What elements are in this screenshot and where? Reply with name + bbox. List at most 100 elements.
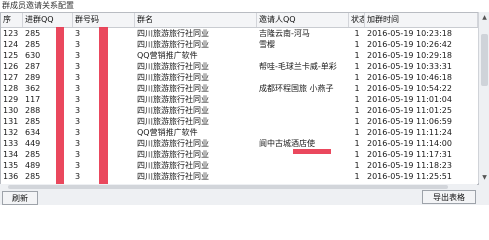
- cell-inviter: [257, 116, 349, 127]
- cell-index: 125: [3, 51, 19, 60]
- cell-joined-qq: 630: [25, 51, 41, 60]
- column-header-join-time[interactable]: 加群时间: [365, 13, 478, 27]
- cell-status: 1: [354, 73, 360, 82]
- cell-join-time: 2016-05-19 11:01:25: [367, 106, 452, 115]
- cell-group-name: 四川旅游旅行社同业: [137, 139, 209, 148]
- table-row[interactable]: 127 289 3 四川旅游旅行社同业 1 2016-05-19 10:46:18: [1, 72, 478, 83]
- vertical-scroll-thumb[interactable]: [481, 34, 488, 86]
- cell-status: 1: [354, 29, 360, 38]
- cell-join-time: 2016-05-19 11:11:24: [367, 128, 452, 137]
- cell-inviter: [257, 160, 349, 171]
- cell-index: 123: [3, 29, 19, 38]
- export-table-button[interactable]: 导出表格: [422, 190, 476, 204]
- cell-status: 1: [354, 172, 360, 181]
- cell-join-time: 2016-05-19 11:01:04: [367, 95, 452, 104]
- column-header-inviter-qq[interactable]: 邀请人QQ: [257, 13, 349, 27]
- cell-joined-qq: 285: [25, 117, 41, 126]
- cell-inviter: 阆中古城酒店使: [259, 139, 315, 148]
- window-title: 群成员邀请关系配置: [2, 1, 74, 10]
- column-header-joined-qq[interactable]: 进群QQ: [23, 13, 73, 27]
- table-row[interactable]: 128 362 3 四川旅游旅行社同业 成都环程国旅 小燕子 1 2016-05-19 10…: [1, 83, 478, 94]
- scroll-down-icon[interactable]: ▼: [480, 173, 489, 182]
- cell-joined-qq: 634: [25, 128, 41, 137]
- column-header-group-name[interactable]: 群名: [135, 13, 257, 27]
- cell-index: 134: [3, 150, 19, 159]
- cell-index: 127: [3, 73, 19, 82]
- cell-status: 1: [354, 62, 360, 71]
- refresh-button[interactable]: 刷新: [2, 191, 38, 205]
- cell-status: 1: [354, 139, 360, 148]
- table-row[interactable]: 132 634 3 QQ营销推广软件 1 2016-05-19 11:11:24: [1, 127, 478, 138]
- cell-inviter: 帮哇-毛球兰卡威-单彩: [259, 62, 337, 71]
- table-row[interactable]: 130 288 3 四川旅游旅行社同业 1 2016-05-19 11:01:25: [1, 105, 478, 116]
- horizontal-scroll-thumb[interactable]: [8, 185, 448, 189]
- table-row[interactable]: 133 449 3 四川旅游旅行社同业 阆中古城酒店使 1 2016-05-19 11:14…: [1, 138, 478, 149]
- cell-join-time: 2016-05-19 10:29:18: [367, 51, 452, 60]
- cell-join-time: 2016-05-19 11:18:23: [367, 161, 452, 170]
- column-header-index[interactable]: 序: [1, 13, 23, 27]
- cell-index: 131: [3, 117, 19, 126]
- cell-status: 1: [354, 128, 360, 137]
- cell-join-time: 2016-05-19 11:14:00: [367, 139, 452, 148]
- cell-joined-qq: 285: [25, 172, 41, 181]
- cell-inviter: [257, 127, 349, 138]
- cell-join-time: 2016-05-19 10:33:31: [367, 62, 452, 71]
- cell-inviter: 吉隆云南-河马: [259, 29, 310, 38]
- cell-join-time: 2016-05-19 10:23:18: [367, 29, 452, 38]
- table-row[interactable]: 131 285 3 四川旅游旅行社同业 1 2016-05-19 11:06:59: [1, 116, 478, 127]
- cell-group-name: 四川旅游旅行社同业: [137, 150, 209, 159]
- cell-index: 130: [3, 106, 19, 115]
- redaction-mark-qq: [56, 27, 64, 184]
- cell-joined-qq: 117: [25, 95, 41, 104]
- cell-inviter: [257, 105, 349, 116]
- cell-group-name: 四川旅游旅行社同业: [137, 29, 209, 38]
- horizontal-scrollbar[interactable]: [0, 184, 477, 190]
- cell-status: 1: [354, 161, 360, 170]
- cell-joined-qq: 285: [25, 40, 41, 49]
- cell-group-name: QQ营销推广软件: [137, 51, 198, 60]
- cell-inviter: [257, 50, 349, 61]
- cell-group-name: 四川旅游旅行社同业: [137, 40, 209, 49]
- cell-index: 136: [3, 172, 19, 181]
- table-row[interactable]: 126 287 3 四川旅游旅行社同业 帮哇-毛球兰卡威-单彩 1 2016-05-19 1…: [1, 61, 478, 72]
- cell-inviter: 雪樱: [259, 40, 275, 49]
- cell-joined-qq: 287: [25, 62, 41, 71]
- cell-status: 1: [354, 51, 360, 60]
- cell-group-name: 四川旅游旅行社同业: [137, 117, 209, 126]
- cell-status: 1: [354, 106, 360, 115]
- cell-join-time: 2016-05-19 10:26:42: [367, 40, 452, 49]
- cell-status: 1: [354, 150, 360, 159]
- cell-index: 135: [3, 161, 19, 170]
- cell-joined-qq: 289: [25, 73, 41, 82]
- column-header-group-number[interactable]: 群号码: [73, 13, 135, 27]
- table-row[interactable]: 123 285 3 四川旅游旅行社同业 吉隆云南-河马 1 2016-05-19 10:23…: [1, 28, 478, 39]
- table-row[interactable]: 136 285 3 四川旅游旅行社同业 1 2016-05-19 11:25:51: [1, 171, 478, 182]
- table-row[interactable]: 134 285 3 四川旅游旅行社同业 1 2016-05-19 11:17:31: [1, 149, 478, 160]
- table-row[interactable]: 124 285 3 四川旅游旅行社同业 雪樱 1 2016-05-19 10:26:42: [1, 39, 478, 50]
- scroll-up-icon[interactable]: ▲: [480, 13, 489, 22]
- cell-group-name: 四川旅游旅行社同业: [137, 172, 209, 181]
- cell-inviter: [257, 72, 349, 83]
- vertical-scrollbar[interactable]: ▲ ▼: [478, 12, 489, 183]
- table-header: 序 进群QQ 群号码 群名 邀请人QQ 状态 加群时间: [1, 13, 478, 28]
- cell-group-name: 四川旅游旅行社同业: [137, 62, 209, 71]
- cell-joined-qq: 285: [25, 150, 41, 159]
- cell-group-name: 四川旅游旅行社同业: [137, 95, 209, 104]
- cell-join-time: 2016-05-19 11:25:51: [367, 172, 452, 181]
- cell-status: 1: [354, 117, 360, 126]
- table-row[interactable]: 129 117 3 四川旅游旅行社同业 1 2016-05-19 11:01:04: [1, 94, 478, 105]
- table-row[interactable]: 135 489 3 四川旅游旅行社同业 1 2016-05-19 11:18:23: [1, 160, 478, 171]
- cell-index: 128: [3, 84, 19, 93]
- cell-index: 126: [3, 62, 19, 71]
- cell-group-name: 四川旅游旅行社同业: [137, 106, 209, 115]
- cell-join-time: 2016-05-19 11:06:59: [367, 117, 452, 126]
- cell-inviter: [257, 94, 349, 105]
- cell-index: 129: [3, 95, 19, 104]
- column-header-status[interactable]: 状态: [349, 13, 365, 27]
- cell-status: 1: [354, 84, 360, 93]
- redaction-mark-group: [99, 27, 108, 184]
- cell-joined-qq: 489: [25, 161, 41, 170]
- cell-status: 1: [354, 95, 360, 104]
- table-row[interactable]: 125 630 3 QQ营销推广软件 1 2016-05-19 10:29:18: [1, 50, 478, 61]
- invite-table[interactable]: 序 进群QQ 群号码 群名 邀请人QQ 状态 加群时间 1232853四川旅游旅…: [0, 12, 479, 185]
